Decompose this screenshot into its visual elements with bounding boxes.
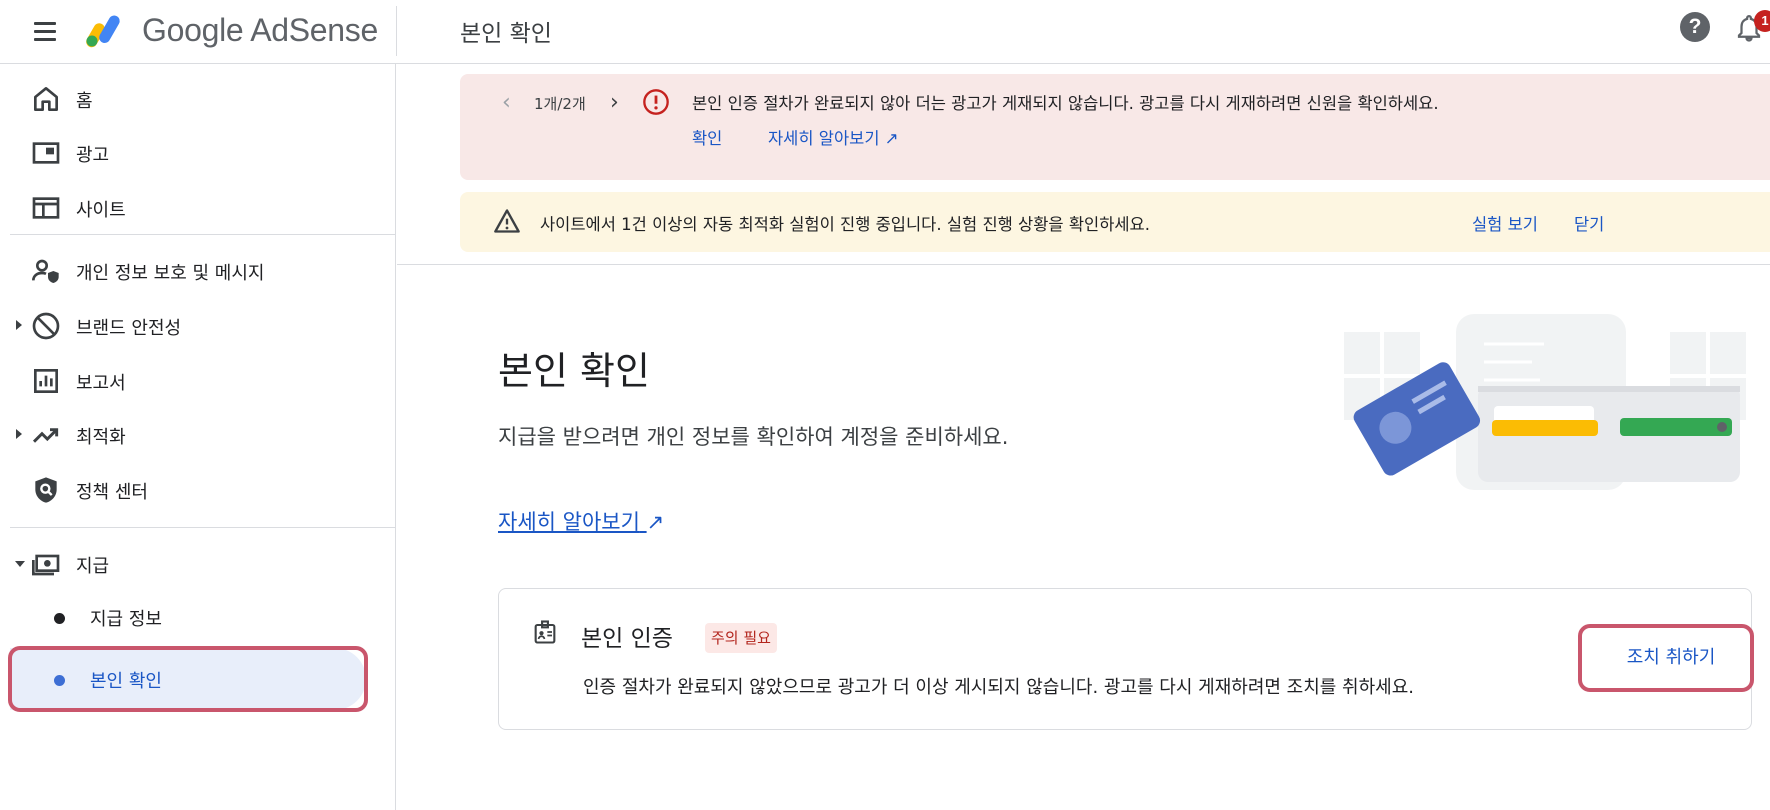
trending-up-icon xyxy=(32,428,59,443)
alert-learn-more-link[interactable]: 자세히 알아보기 ↗ xyxy=(768,125,899,149)
block-icon xyxy=(32,312,60,340)
help-icon[interactable]: ? xyxy=(1680,12,1710,42)
status-badge: 주의 필요 xyxy=(705,623,777,653)
sidebar-item-policy-center[interactable]: 정책 센터 xyxy=(10,463,396,517)
next-arrow-icon[interactable]: › xyxy=(610,90,619,115)
top-app-bar: Google AdSense 본인 확인 ? 1 xyxy=(0,0,1770,64)
sidebar-divider xyxy=(10,527,396,528)
error-icon xyxy=(643,89,669,115)
identity-verification-card: 본인 인증 주의 필요 인증 절차가 완료되지 않았으므로 광고가 더 이상 게… xyxy=(498,588,1752,730)
sidebar-item-home[interactable]: 홈 xyxy=(10,72,396,126)
external-link-icon: ↗ xyxy=(646,510,665,534)
header-divider xyxy=(396,6,397,56)
experiment-banner: 사이트에서 1건 이상의 자동 최적화 실험이 진행 중입니다. 실험 진행 상… xyxy=(460,192,1770,252)
learn-more-label: 자세히 알아보기 xyxy=(498,510,640,534)
notification-badge: 1 xyxy=(1754,10,1770,32)
external-link-icon: ↗ xyxy=(884,129,899,148)
sidebar-item-label: 최적화 xyxy=(76,427,126,448)
identity-alert-banner: ‹ 1개/2개 › 본인 인증 절차가 완료되지 않아 더는 광고가 게재되지 … xyxy=(460,74,1770,180)
alert-confirm-link[interactable]: 확인 xyxy=(692,125,722,149)
sidebar-item-sites[interactable]: 사이트 xyxy=(10,181,396,235)
learn-more-link[interactable]: 자세히 알아보기 ↗ xyxy=(498,506,664,536)
ads-icon xyxy=(32,142,60,164)
sidebar-item-label: 홈 xyxy=(76,91,93,112)
alert-message: 본인 인증 절차가 완료되지 않아 더는 광고가 게재되지 않습니다. 광고를 … xyxy=(692,94,1439,113)
close-banner-link[interactable]: 닫기 xyxy=(1574,211,1604,235)
notifications-button[interactable]: 1 xyxy=(1734,10,1770,46)
expand-arrow-icon[interactable] xyxy=(16,429,22,439)
content-divider xyxy=(397,264,1770,265)
brand-name: Google AdSense xyxy=(142,12,378,48)
payments-icon xyxy=(32,554,60,576)
menu-icon[interactable] xyxy=(30,16,62,48)
collapse-arrow-icon[interactable] xyxy=(15,561,25,567)
sites-icon xyxy=(32,197,60,219)
sidebar-item-label: 브랜드 안전성 xyxy=(76,318,182,339)
identity-illustration xyxy=(1344,314,1746,490)
warning-icon xyxy=(494,209,520,233)
expand-arrow-icon[interactable] xyxy=(16,320,22,330)
sidebar-item-brand-safety[interactable]: 브랜드 안전성 xyxy=(10,299,396,353)
view-experiments-link[interactable]: 실험 보기 xyxy=(1472,211,1538,235)
sidebar-subitem-label: 지급 정보 xyxy=(90,609,162,630)
id-badge-icon xyxy=(534,620,556,644)
adsense-logo-icon xyxy=(86,15,120,48)
policy-shield-icon xyxy=(35,477,57,503)
sidebar-subitem-payment-info[interactable]: 지급 정보 xyxy=(10,586,366,648)
page-heading: 본인 확인 xyxy=(498,349,650,393)
sidebar: 홈 광고 사이트 개인 정보 보호 및 메시지 브랜드 안전성 보고서 최적화 … xyxy=(0,64,396,810)
sidebar-subitem-identity-verification[interactable]: 본인 확인 xyxy=(10,648,366,710)
sidebar-subitem-label: 본인 확인 xyxy=(90,671,162,692)
alert-learn-more-label: 자세히 알아보기 xyxy=(768,129,880,148)
card-description: 인증 절차가 완료되지 않았으므로 광고가 더 이상 게시되지 않습니다. 광고… xyxy=(583,677,1415,698)
sidebar-item-ads[interactable]: 광고 xyxy=(10,126,396,180)
sidebar-item-privacy-messaging[interactable]: 개인 정보 보호 및 메시지 xyxy=(10,244,396,298)
experiment-message: 사이트에서 1건 이상의 자동 최적화 실험이 진행 중입니다. 실험 진행 상… xyxy=(540,215,1150,234)
reports-icon xyxy=(34,369,58,393)
take-action-button[interactable]: 조치 취하기 xyxy=(1590,630,1752,686)
sidebar-divider xyxy=(10,234,396,235)
page-description: 지급을 받으려면 개인 정보를 확인하여 계정을 준비하세요. xyxy=(498,425,1009,449)
privacy-messaging-icon xyxy=(32,259,59,283)
sidebar-item-optimization[interactable]: 최적화 xyxy=(10,408,396,462)
home-icon xyxy=(34,87,58,111)
bullet-icon xyxy=(54,675,65,686)
prev-arrow-icon[interactable]: ‹ xyxy=(502,90,511,115)
sidebar-item-label: 광고 xyxy=(76,145,110,166)
sidebar-item-label: 사이트 xyxy=(76,200,126,221)
sidebar-item-label: 지급 xyxy=(76,556,110,577)
sidebar-item-reports[interactable]: 보고서 xyxy=(10,354,396,408)
sidebar-item-payments[interactable]: 지급 xyxy=(10,537,396,591)
card-title: 본인 인증 xyxy=(581,626,673,652)
header-page-title: 본인 확인 xyxy=(460,21,552,47)
bullet-icon xyxy=(54,613,65,624)
sidebar-item-label: 보고서 xyxy=(76,373,126,394)
alert-pager: 1개/2개 xyxy=(534,95,586,113)
sidebar-item-label: 개인 정보 보호 및 메시지 xyxy=(76,263,265,284)
sidebar-item-label: 정책 센터 xyxy=(76,482,148,503)
